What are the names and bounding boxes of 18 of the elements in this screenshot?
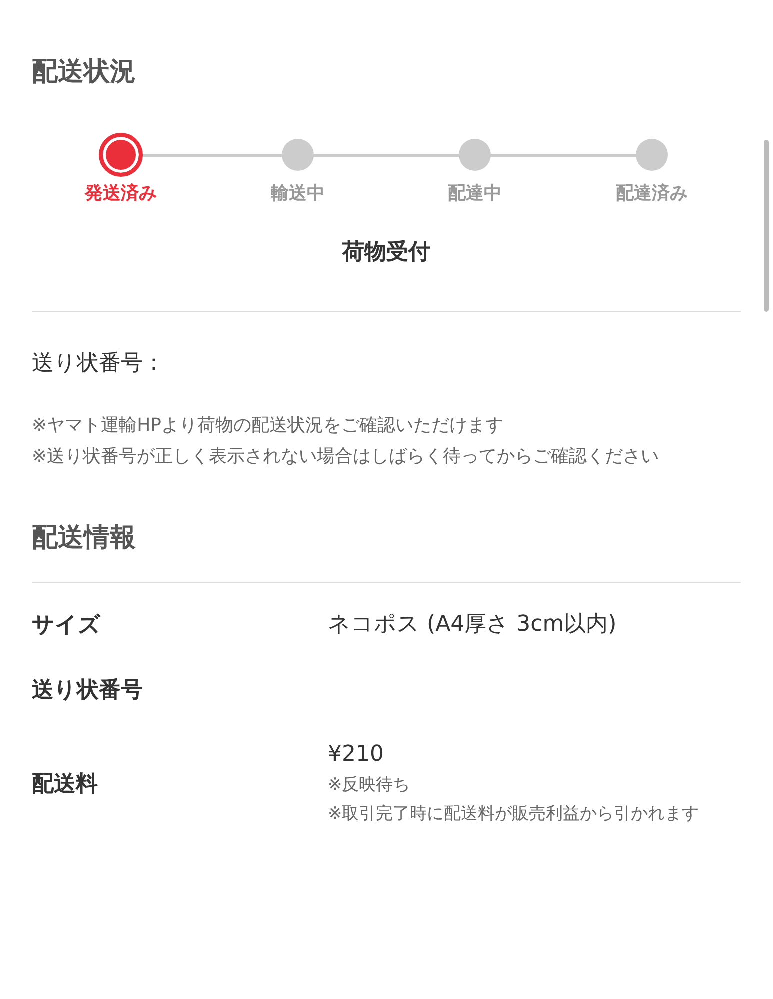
tracking-number-label: 送り状番号：: [32, 350, 166, 378]
note-text: ※反映待ち: [328, 774, 412, 797]
step-label: 発送済み: [85, 182, 157, 205]
note-text: ※ヤマト運輸HPより荷物の配送状況をご確認いただけます: [32, 414, 504, 438]
step-label: 配達中: [448, 182, 502, 205]
section-title: 配送状況: [32, 56, 137, 89]
note-text: ※取引完了時に配送料が販売利益から引かれます: [328, 803, 700, 826]
step-label: 配達済み: [616, 182, 688, 205]
note-text: ※送り状番号が正しく表示されない場合はしばらく待ってからご確認ください: [32, 445, 660, 469]
row-value: ネコポス (A4厚さ 3cm以内): [328, 611, 618, 639]
row-label: サイズ: [32, 612, 102, 640]
row-value: ¥210: [328, 741, 385, 769]
scrollbar[interactable]: [764, 140, 769, 312]
step-label: 輸送中: [271, 182, 325, 205]
section-title: 配送情報: [32, 522, 137, 555]
row-label: 送り状番号: [32, 677, 144, 705]
current-status: 荷物受付: [341, 239, 432, 267]
row-label: 配送料: [32, 771, 99, 799]
